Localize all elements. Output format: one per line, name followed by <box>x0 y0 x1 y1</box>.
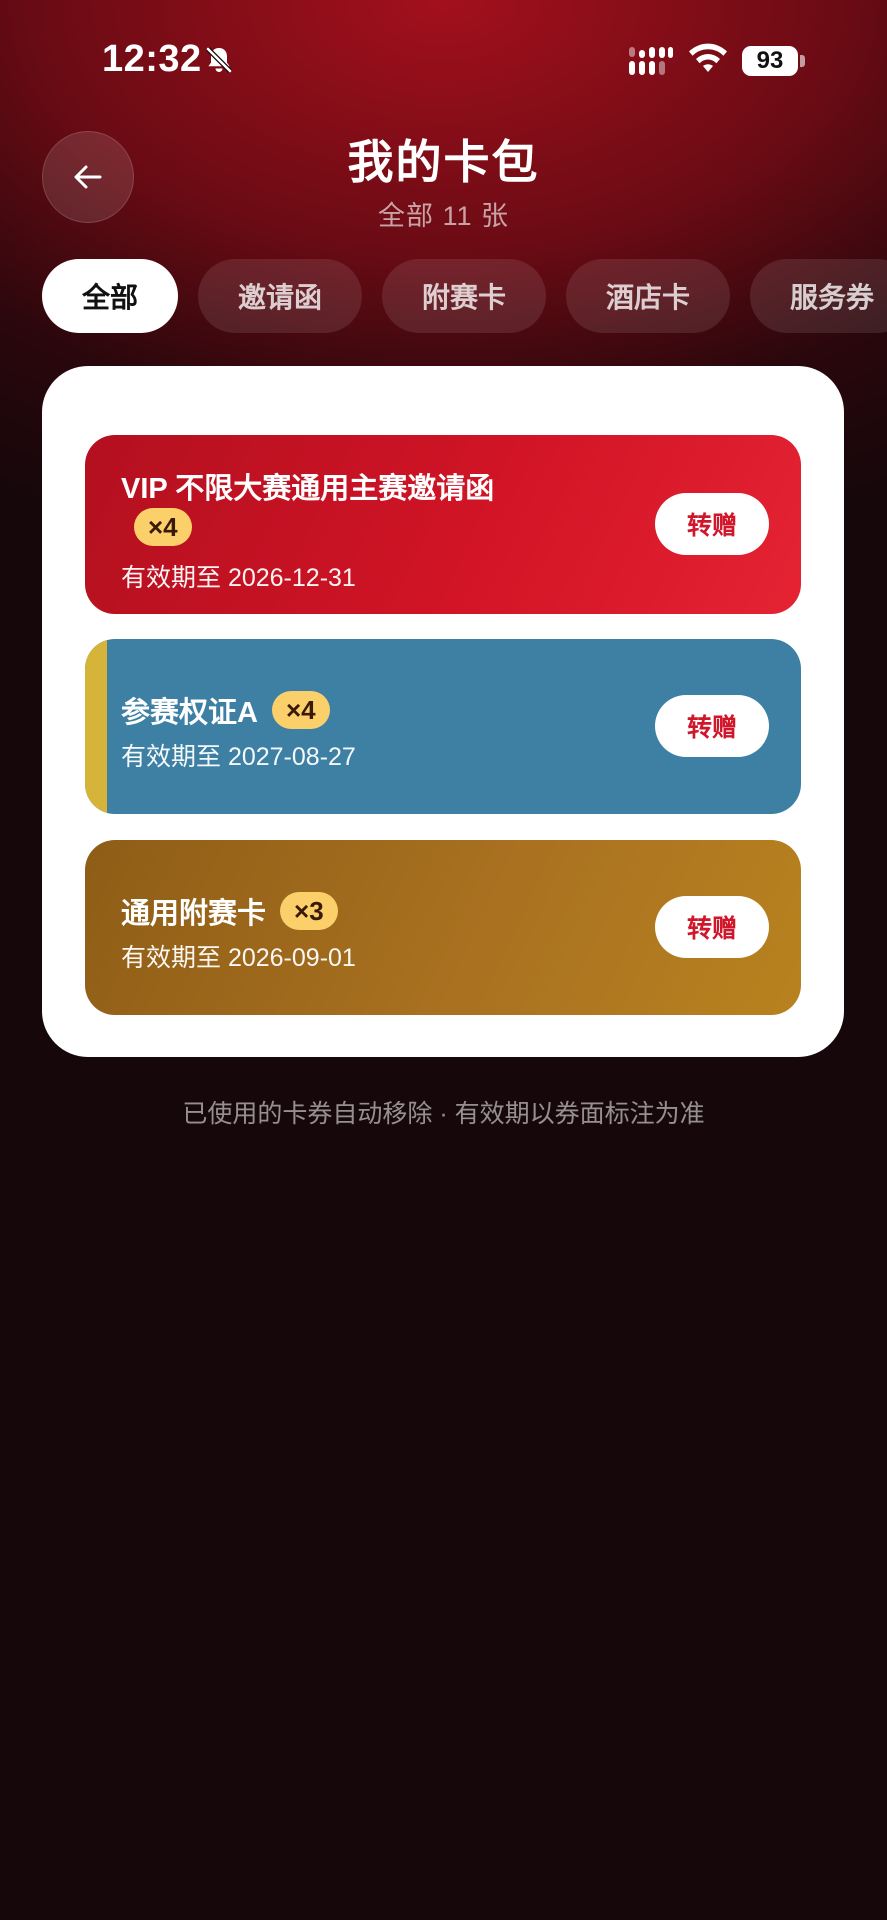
tab-side-event-card[interactable]: 附赛卡 <box>382 259 546 333</box>
card-count-badge: ×3 <box>280 892 338 930</box>
card-accent-stripe <box>85 639 107 814</box>
footer-note: 已使用的卡券自动移除 · 有效期以券面标注为准 <box>182 1100 705 1128</box>
transfer-button[interactable]: 转赠 <box>655 896 769 958</box>
page-title: 我的卡包 <box>347 136 540 188</box>
card-validity: 有效期至 2026-12-31 <box>121 564 356 592</box>
card-validity: 有效期至 2027-08-27 <box>121 743 356 771</box>
tab-bar: 全部 邀请函 附赛卡 酒店卡 服务券 <box>42 259 887 333</box>
card-list-panel: VIP 不限大赛通用主赛邀请函 ×4 有效期至 2026-12-31 转赠 参赛… <box>42 366 844 1057</box>
transfer-button[interactable]: 转赠 <box>655 695 769 757</box>
card-item[interactable]: 参赛权证A ×4 有效期至 2027-08-27 转赠 <box>85 639 801 814</box>
tab-bar-viewport: 全部 邀请函 附赛卡 酒店卡 服务券 <box>0 250 887 342</box>
card-title-row: 通用附赛卡 ×3 <box>121 890 338 932</box>
tab-service-voucher[interactable]: 服务券 <box>750 259 887 333</box>
card-item[interactable]: VIP 不限大赛通用主赛邀请函 ×4 有效期至 2026-12-31 转赠 <box>85 435 801 614</box>
card-title-row: 参赛权证A ×4 <box>121 689 330 731</box>
tab-hotel-card[interactable]: 酒店卡 <box>566 259 730 333</box>
transfer-button[interactable]: 转赠 <box>655 493 769 555</box>
status-bar: 12:32 93 <box>0 0 887 120</box>
tab-invitation[interactable]: 邀请函 <box>198 259 362 333</box>
status-time: 12:32 <box>102 38 202 80</box>
battery-icon: 93 <box>742 46 798 76</box>
bell-muted-icon <box>206 47 232 73</box>
tab-all[interactable]: 全部 <box>42 259 178 333</box>
card-title: 参赛权证A <box>121 697 258 729</box>
card-title: VIP 不限大赛通用主赛邀请函 <box>121 473 495 505</box>
signal-icon <box>629 47 673 75</box>
page-subtitle: 全部 11 张 <box>377 201 510 231</box>
card-count-badge: ×4 <box>271 691 330 729</box>
wifi-icon <box>689 43 727 72</box>
battery-tip <box>800 55 805 67</box>
card-item[interactable]: 通用附赛卡 ×3 有效期至 2026-09-01 转赠 <box>85 840 801 1015</box>
card-validity: 有效期至 2026-09-01 <box>121 944 356 972</box>
card-count-badge: ×4 <box>134 508 192 546</box>
card-title: 通用附赛卡 <box>121 898 267 930</box>
battery-level: 93 <box>756 47 784 74</box>
